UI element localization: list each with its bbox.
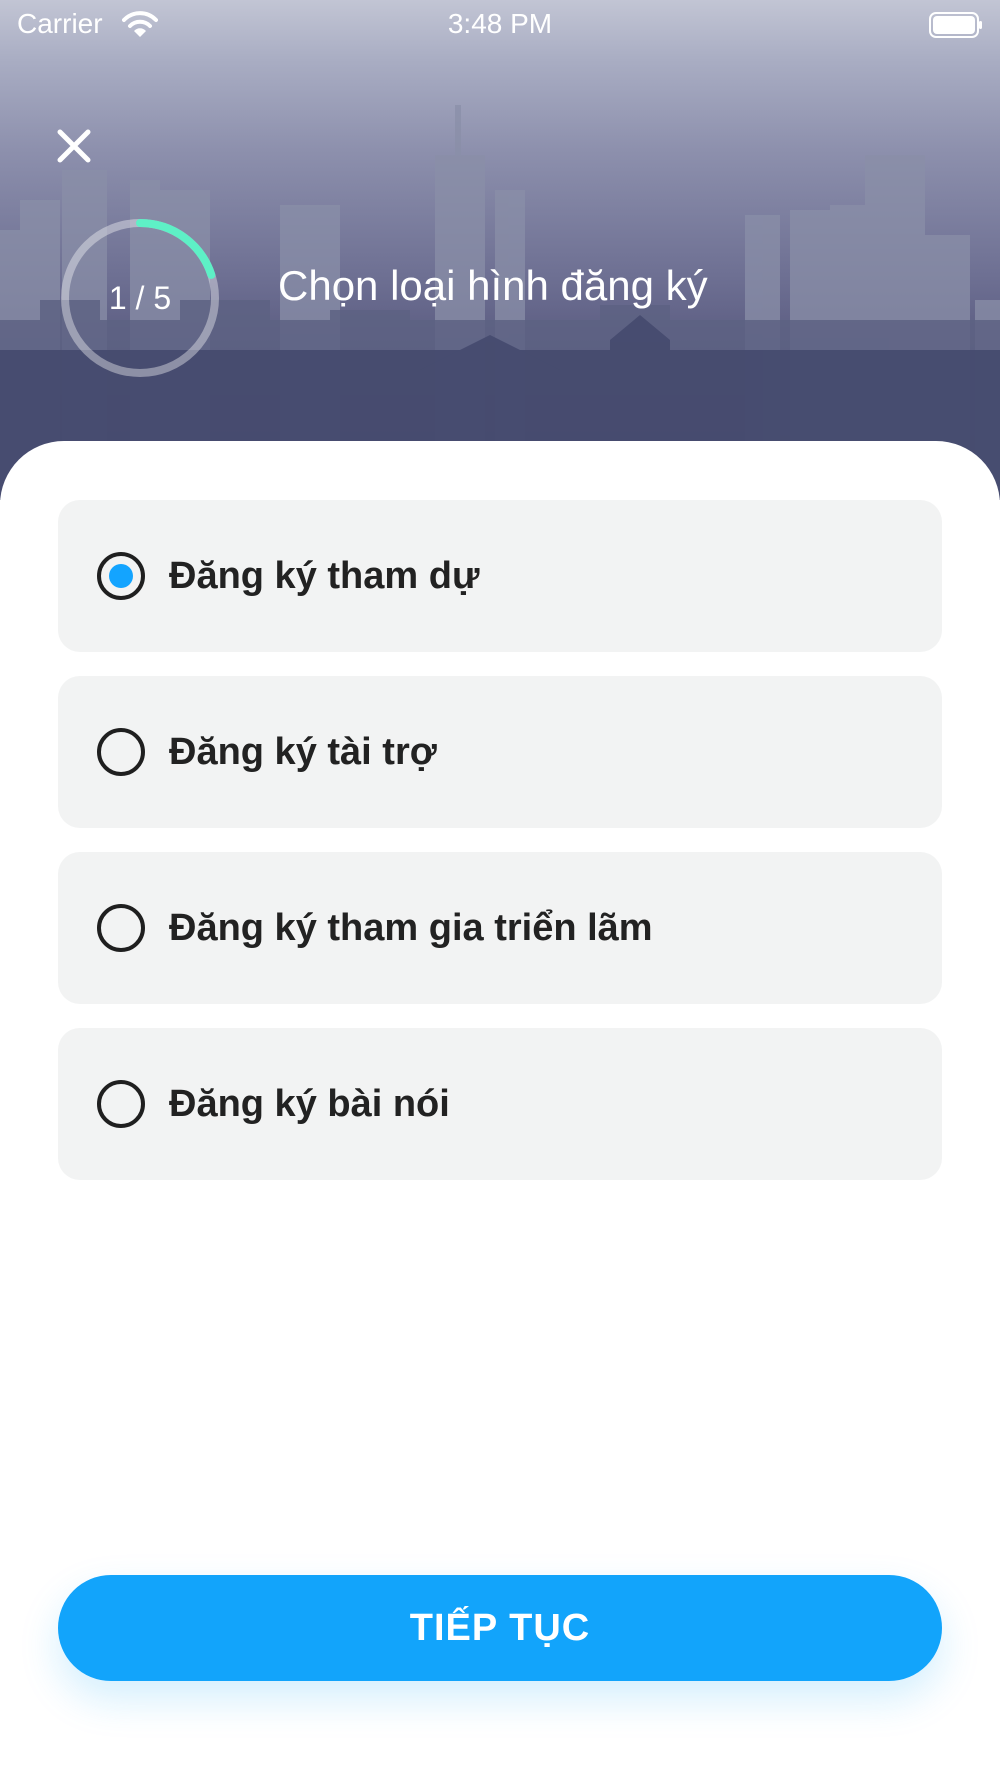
option-label: Đăng ký tham gia triển lãm xyxy=(169,907,653,949)
radio-button[interactable] xyxy=(97,552,145,600)
continue-button[interactable]: TIẾP TỤC xyxy=(58,1575,942,1681)
status-bar: Carrier 3:48 PM xyxy=(0,0,1000,52)
radio-button[interactable] xyxy=(97,1080,145,1128)
option-exhibition[interactable]: Đăng ký tham gia triển lãm xyxy=(58,852,942,1004)
battery-icon xyxy=(929,12,982,38)
option-attend[interactable]: Đăng ký tham dự xyxy=(58,500,942,652)
option-sponsor[interactable]: Đăng ký tài trợ xyxy=(58,676,942,828)
option-label: Đăng ký bài nói xyxy=(169,1083,450,1125)
option-label: Đăng ký tài trợ xyxy=(169,731,437,773)
header-banner: Carrier 3:48 PM 1 / 5 Chọn loại hình đăn… xyxy=(0,0,1000,500)
option-speech[interactable]: Đăng ký bài nói xyxy=(58,1028,942,1180)
status-time: 3:48 PM xyxy=(447,8,553,39)
option-label: Đăng ký tham dự xyxy=(169,555,480,597)
radio-button[interactable] xyxy=(97,904,145,952)
close-icon[interactable] xyxy=(52,124,96,168)
progress-step-label: 1 / 5 xyxy=(108,279,172,316)
radio-button[interactable] xyxy=(97,728,145,776)
page-title: Chọn loại hình đăng ký xyxy=(278,262,708,309)
